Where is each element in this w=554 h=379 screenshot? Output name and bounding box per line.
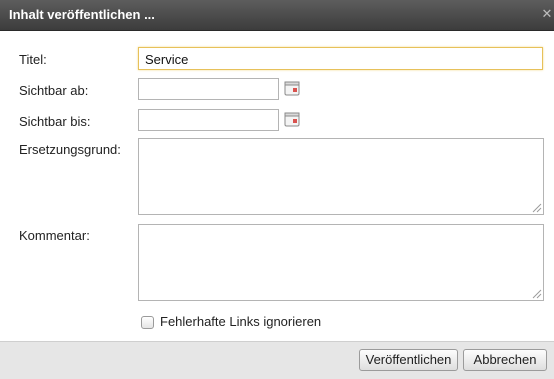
- ignore-links-checkbox[interactable]: [141, 316, 154, 329]
- resize-grip-icon[interactable]: [532, 203, 542, 213]
- calendar-icon[interactable]: [284, 111, 300, 127]
- calendar-icon[interactable]: [284, 80, 300, 96]
- titel-input-value: Service: [145, 52, 189, 67]
- sichtbar-ab-input[interactable]: [138, 78, 279, 100]
- close-icon[interactable]: ✕: [540, 6, 554, 22]
- kommentar-textarea[interactable]: [138, 224, 544, 301]
- titel-input[interactable]: Service: [138, 47, 543, 70]
- cancel-button[interactable]: Abbrechen: [463, 349, 547, 371]
- publish-button[interactable]: Veröffentlichen: [359, 349, 458, 371]
- dialog-titlebar[interactable]: Inhalt veröffentlichen ... ✕: [0, 0, 554, 31]
- dialog-title: Inhalt veröffentlichen ...: [9, 7, 155, 22]
- resize-grip-icon[interactable]: [532, 289, 542, 299]
- sichtbar-bis-label: Sichtbar bis:: [19, 114, 91, 129]
- kommentar-label: Kommentar:: [19, 228, 90, 243]
- ersetzungsgrund-label: Ersetzungsgrund:: [19, 142, 121, 157]
- sichtbar-ab-label: Sichtbar ab:: [19, 83, 89, 98]
- sichtbar-bis-input[interactable]: [138, 109, 279, 131]
- publish-dialog: Inhalt veröffentlichen ... ✕ Titel: Serv…: [0, 0, 554, 379]
- titel-label: Titel:: [19, 52, 47, 67]
- ignore-links-label[interactable]: Fehlerhafte Links ignorieren: [160, 314, 321, 329]
- ersetzungsgrund-textarea[interactable]: [138, 138, 544, 215]
- dialog-footer: Veröffentlichen Abbrechen: [0, 341, 554, 379]
